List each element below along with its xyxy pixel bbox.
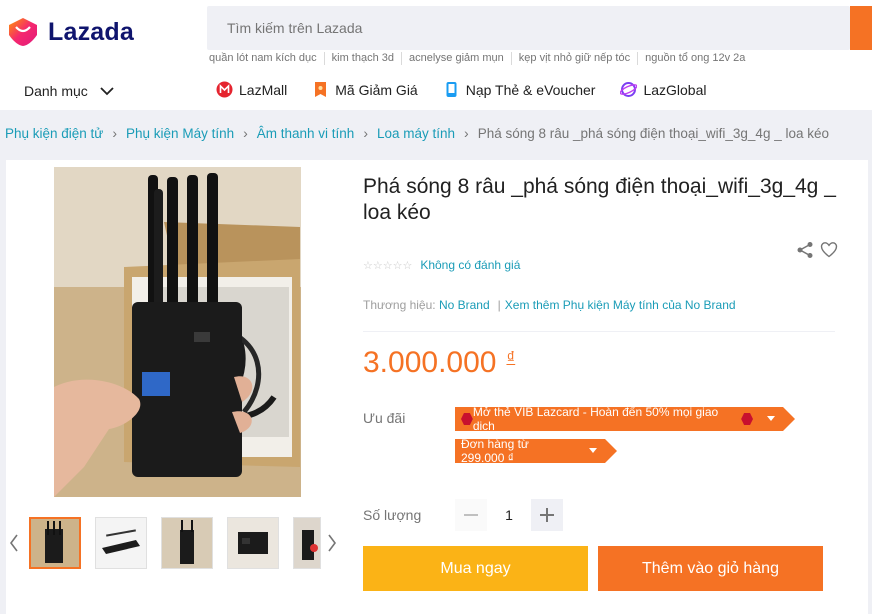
- site-header: Lazada quần lót nam kích dục kim thạch 3…: [0, 0, 872, 110]
- voucher-icon: [315, 82, 327, 97]
- hexagon-badge-icon: [741, 413, 753, 425]
- breadcrumb: Phụ kiện điện tử › Phụ kiện Máy tính › Â…: [5, 125, 829, 141]
- voucher-text: Đơn hàng từ 299.000 ₫: [461, 437, 529, 465]
- product-photo: [54, 167, 301, 497]
- nav-item-lazglobal[interactable]: LazGlobal: [620, 81, 706, 98]
- brand-label: Thương hiệu:: [363, 298, 436, 312]
- thumbnail-image[interactable]: [95, 517, 147, 569]
- chevron-left-icon[interactable]: [4, 529, 24, 557]
- lazmall-icon: [216, 81, 233, 98]
- chevron-down-icon: [100, 86, 114, 95]
- rating-row: ☆☆☆☆☆ Không có đánh giá: [363, 258, 520, 272]
- thumbnail-image[interactable]: [29, 517, 81, 569]
- caret-down-icon: [589, 448, 597, 453]
- chevron-right-icon: ›: [464, 125, 469, 141]
- price-value: 3.000.000: [363, 346, 497, 379]
- voucher-min-order[interactable]: Đơn hàng từ 299.000 ₫: [455, 437, 617, 465]
- chevron-right-icon: ›: [243, 125, 248, 141]
- lazada-logo[interactable]: Lazada: [6, 15, 134, 49]
- rating-link[interactable]: Không có đánh giá: [420, 258, 520, 272]
- quantity-increase-button[interactable]: [531, 499, 563, 531]
- thumbnail-image[interactable]: [227, 517, 279, 569]
- share-icon[interactable]: [796, 241, 814, 264]
- quantity-decrease-button[interactable]: [455, 499, 487, 531]
- search-suggestions: quần lót nam kích dục kim thạch 3d acnel…: [209, 52, 752, 65]
- section-divider: [363, 331, 835, 332]
- category-menu[interactable]: Danh mục: [24, 83, 114, 99]
- brand-more-link[interactable]: Xem thêm Phụ kiện Máy tính của No Brand: [505, 298, 736, 312]
- nav-item-lazmall[interactable]: LazMall: [216, 81, 287, 98]
- suggestion-link[interactable]: kim thạch 3d: [323, 52, 401, 65]
- voucher-text: Mở thẻ VIB Lazcard - Hoàn đến 50% mọi gi…: [472, 405, 719, 433]
- product-main-image[interactable]: [54, 167, 301, 497]
- suggestion-link[interactable]: quần lót nam kích dục: [209, 52, 324, 65]
- product-actions: [796, 241, 844, 264]
- caret-down-icon: [767, 416, 775, 421]
- chevron-right-icon: ›: [363, 125, 368, 141]
- breadcrumb-current: Phá sóng 8 râu _phá sóng điện thoại_wifi…: [477, 125, 829, 141]
- quantity-input[interactable]: [491, 499, 527, 531]
- plus-icon: [540, 508, 554, 522]
- voucher-vib-lazcard[interactable]: Mở thẻ VIB Lazcard - Hoàn đến 50% mọi gi…: [455, 405, 795, 433]
- nav-label: Mã Giảm Giá: [335, 81, 418, 98]
- lazada-heart-icon: [9, 18, 37, 46]
- product-title: Phá sóng 8 râu _phá sóng điện thoại_wifi…: [363, 175, 836, 224]
- top-nav: Danh mục LazMall Mã Giảm Giá Nạp Thẻ & e…: [0, 75, 872, 107]
- product-price: 3.000.000 ₫: [363, 346, 515, 380]
- quantity-label: Số lượng: [363, 507, 422, 523]
- star-rating-icon: ☆☆☆☆☆: [363, 259, 413, 272]
- thumbnail-strip: [0, 515, 350, 571]
- phone-topup-icon: [446, 82, 457, 97]
- nav-label: LazMall: [239, 81, 288, 98]
- search-box: [207, 6, 850, 50]
- brand-link[interactable]: No Brand: [439, 298, 490, 312]
- nav-links: LazMall Mã Giảm Giá Nạp Thẻ & eVoucher L…: [216, 81, 731, 98]
- breadcrumb-link[interactable]: Loa máy tính: [377, 126, 455, 141]
- suggestion-link[interactable]: nguồn tổ ong 12v 2a: [637, 52, 752, 65]
- search-input[interactable]: [207, 6, 850, 50]
- chevron-right-icon[interactable]: [322, 529, 342, 557]
- suggestion-link[interactable]: acnelyse giảm mụn: [401, 52, 511, 65]
- lazglobal-icon: [620, 82, 638, 97]
- buy-now-button[interactable]: Mua ngay: [363, 546, 588, 591]
- search-button[interactable]: [850, 6, 872, 50]
- breadcrumb-link[interactable]: Phụ kiện điện tử: [5, 126, 103, 141]
- hexagon-badge-icon: [461, 413, 473, 425]
- nav-label: Nạp Thẻ & eVoucher: [465, 81, 596, 98]
- heart-icon[interactable]: [820, 241, 838, 264]
- breadcrumb-link[interactable]: Âm thanh vi tính: [257, 126, 355, 141]
- category-label: Danh mục: [24, 83, 88, 99]
- brand-row: Thương hiệu: No Brand | Xem thêm Phụ kiệ…: [363, 298, 736, 312]
- nav-item-topup[interactable]: Nạp Thẻ & eVoucher: [443, 81, 596, 98]
- add-to-cart-button[interactable]: Thêm vào giỏ hàng: [598, 546, 823, 591]
- nav-item-vouchers[interactable]: Mã Giảm Giá: [312, 81, 418, 98]
- breadcrumb-link[interactable]: Phụ kiện Máy tính: [126, 126, 234, 141]
- thumbnail-image[interactable]: [293, 517, 321, 569]
- chevron-right-icon: ›: [112, 125, 118, 141]
- thumbnail-image[interactable]: [161, 517, 213, 569]
- logo-text: Lazada: [48, 17, 134, 46]
- suggestion-link[interactable]: kẹp vịt nhỏ giữ nếp tóc: [510, 52, 637, 65]
- nav-label: LazGlobal: [643, 81, 707, 98]
- divider: |: [497, 298, 501, 312]
- minus-icon: [464, 514, 478, 516]
- currency-symbol: ₫: [506, 348, 516, 367]
- promo-label: Ưu đãi: [363, 410, 406, 426]
